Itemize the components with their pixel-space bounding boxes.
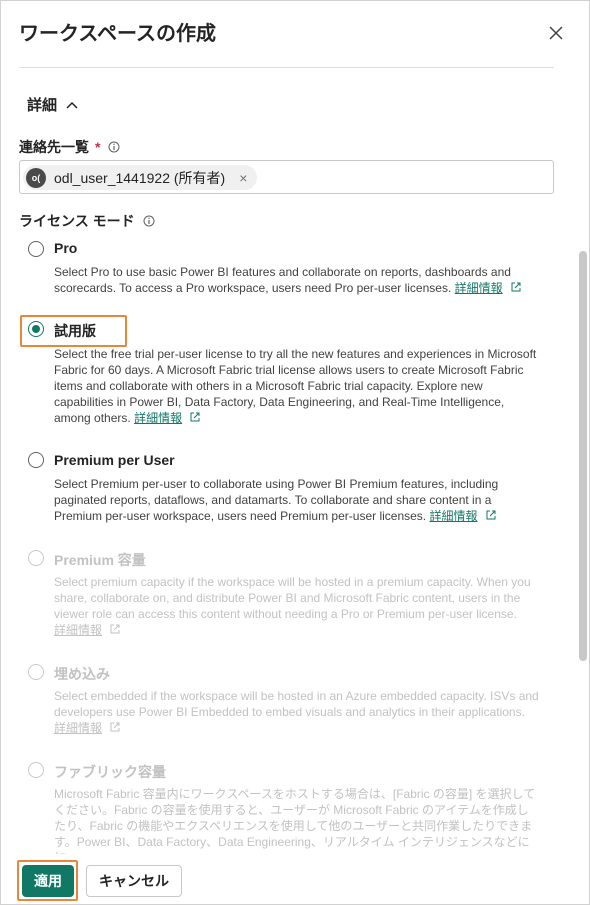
option-description-text: Microsoft Fabric 容量内にワークスペースをホストする場合は、[F… <box>54 787 536 854</box>
create-workspace-panel: ワークスペースの作成 詳細 連絡先一覧 * o( odl_user_144192… <box>0 0 590 905</box>
apply-button[interactable]: 適用 <box>22 865 74 897</box>
cancel-button[interactable]: キャンセル <box>86 865 182 897</box>
radio-fabric <box>28 762 44 778</box>
radio-trial[interactable] <box>28 321 44 337</box>
external-link-icon <box>511 282 521 292</box>
option-description: Select premium capacity if the workspace… <box>54 574 539 638</box>
external-link-icon <box>486 510 496 520</box>
header-divider <box>19 67 554 68</box>
dialog-title: ワークスペースの作成 <box>19 23 216 45</box>
option-description: Select embedded if the workspace will be… <box>54 688 539 736</box>
avatar: o( <box>26 167 46 188</box>
external-link-icon <box>110 624 120 634</box>
license-mode-label-text: ライセンス モード <box>19 213 135 229</box>
chevron-up-icon <box>66 101 78 109</box>
option-label: ファブリック容量 <box>54 764 166 780</box>
external-link-icon <box>190 412 200 422</box>
option-description: Select Pro to use basic Power BI feature… <box>54 264 539 296</box>
option-label: 埋め込み <box>54 666 110 682</box>
option-description: Select the free trial per-user license t… <box>54 346 539 426</box>
option-description-text: Select the free trial per-user license t… <box>54 347 537 425</box>
learn-more-link[interactable]: 詳細情報 <box>429 509 477 523</box>
option-description-text: Select premium capacity if the workspace… <box>54 575 531 621</box>
option-label: 試用版 <box>54 323 96 339</box>
details-section-toggle[interactable]: 詳細 <box>27 94 79 115</box>
info-icon[interactable] <box>143 215 155 227</box>
option-label: Premium 容量 <box>54 552 146 568</box>
details-section-label: 詳細 <box>27 97 58 114</box>
learn-more-link[interactable]: 詳細情報 <box>134 411 182 425</box>
required-mark: * <box>95 139 101 155</box>
contact-chip: o( odl_user_1441922 (所有者) × <box>23 165 258 190</box>
contacts-input[interactable]: o( odl_user_1441922 (所有者) × <box>19 160 554 194</box>
close-icon[interactable] <box>545 22 567 44</box>
radio-pro[interactable] <box>28 241 44 257</box>
option-label: Premium per User <box>54 452 175 468</box>
option-description: Select Premium per-user to collaborate u… <box>54 476 539 524</box>
learn-more-link: 詳細情報 <box>54 721 103 735</box>
remove-contact-icon[interactable]: × <box>239 170 247 186</box>
license-option-fabric: ファブリック容量 Microsoft Fabric 容量内にワークスペースをホス… <box>1 761 589 854</box>
option-description-text: Select embedded if the workspace will be… <box>54 689 539 719</box>
learn-more-link[interactable]: 詳細情報 <box>455 281 503 295</box>
radio-ppu[interactable] <box>28 452 44 468</box>
scrollbar[interactable] <box>579 251 587 661</box>
contacts-label: 連絡先一覧 * <box>19 137 120 157</box>
radio-premium <box>28 550 44 566</box>
learn-more-link: 詳細情報 <box>54 623 103 637</box>
info-icon[interactable] <box>108 141 120 153</box>
option-description-text: Select Pro to use basic Power BI feature… <box>54 265 511 295</box>
option-description: Microsoft Fabric 容量内にワークスペースをホストする場合は、[F… <box>54 786 539 854</box>
radio-embedded <box>28 664 44 680</box>
option-label: Pro <box>54 240 78 256</box>
external-link-icon <box>110 722 120 732</box>
license-mode-label: ライセンス モード <box>19 211 155 231</box>
contacts-label-text: 連絡先一覧 <box>19 139 89 155</box>
contact-chip-text: odl_user_1441922 (所有者) <box>54 169 226 186</box>
